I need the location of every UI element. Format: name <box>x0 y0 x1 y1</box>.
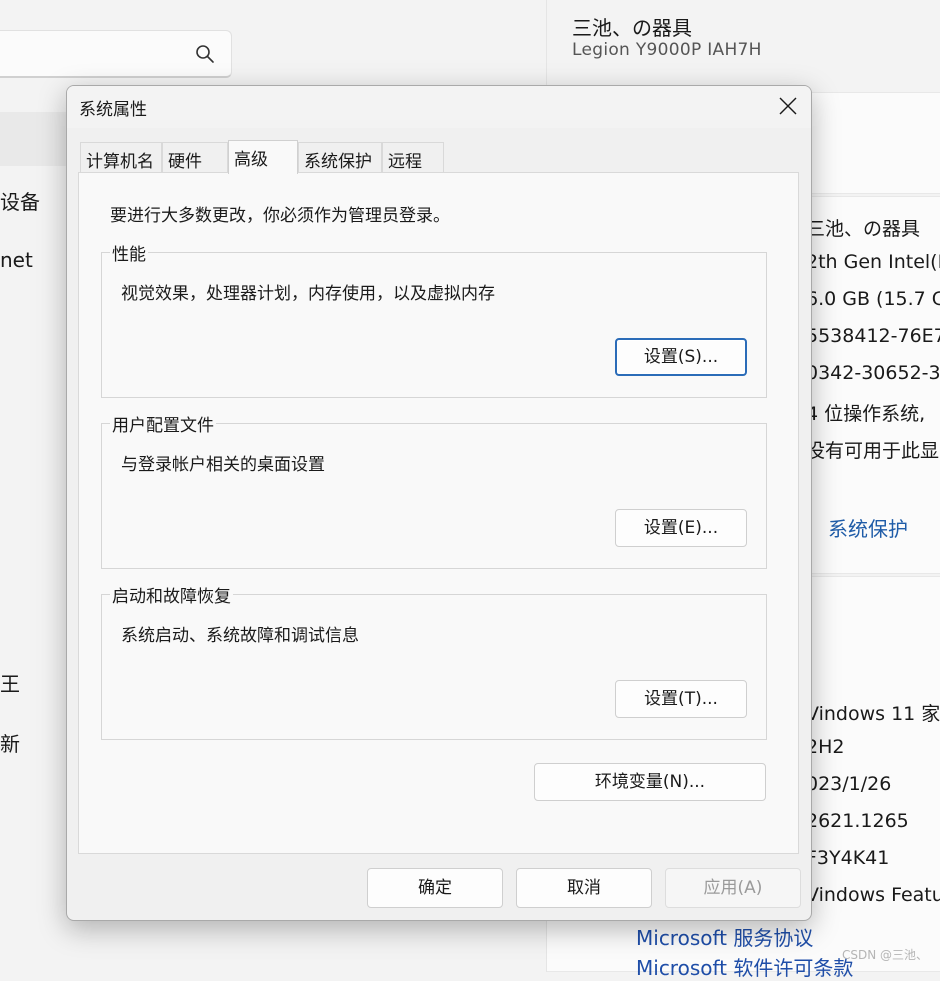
close-button[interactable] <box>765 86 811 126</box>
tab-remote[interactable]: 远程 <box>382 142 444 172</box>
user-profiles-settings-button[interactable]: 设置(E)... <box>615 509 747 547</box>
tab-computer-name[interactable]: 计算机名 <box>80 142 162 172</box>
admin-note: 要进行大多数更改，你必须作为管理员登录。 <box>110 206 450 226</box>
nav-item-selected[interactable] <box>0 112 70 166</box>
spec-edition: Vindows 11 家庭 <box>806 703 940 725</box>
startup-recovery-desc: 系统启动、系统故障和调试信息 <box>121 626 359 646</box>
performance-desc: 视觉效果，处理器计划，内存使用，以及虚拟内存 <box>121 284 495 304</box>
spec-pen-touch: 没有可用于此显 <box>806 440 940 462</box>
ok-button[interactable]: 确定 <box>367 868 503 908</box>
spec-serial: F3Y4K41 <box>806 847 890 869</box>
ms-license-terms-link[interactable]: Microsoft 软件许可条款 <box>636 952 853 981</box>
dialog-titlebar[interactable]: 系统属性 <box>67 86 811 128</box>
spec-device-id: 5538412-76E7 <box>806 325 940 347</box>
nav-item-network[interactable]: net <box>0 248 33 272</box>
performance-group: 性能 视觉效果，处理器计划，内存使用，以及虚拟内存 设置(S)... <box>101 240 767 398</box>
dialog-title: 系统属性 <box>79 100 147 120</box>
nav-item-update[interactable]: 新 <box>0 728 20 757</box>
search-icon <box>195 44 215 64</box>
tab-hardware[interactable]: 硬件 <box>162 142 228 172</box>
performance-label: 性能 <box>110 240 148 265</box>
spec-installed-on: 023/1/26 <box>806 773 892 795</box>
environment-variables-button[interactable]: 环境变量(N)... <box>534 763 766 801</box>
tab-system-protection[interactable]: 系统保护 <box>298 142 382 172</box>
spec-ram: 6.0 GB (15.7 GB <box>806 288 940 310</box>
startup-recovery-settings-button[interactable]: 设置(T)... <box>615 680 747 718</box>
apply-button[interactable]: 应用(A) <box>665 868 801 908</box>
user-profiles-label: 用户配置文件 <box>110 411 216 436</box>
watermark: CSDN @三池、 <box>841 948 928 962</box>
cancel-button[interactable]: 取消 <box>516 868 652 908</box>
spec-system-type: 4 位操作系统, <box>806 403 926 425</box>
user-profiles-group: 用户配置文件 与登录帐户相关的桌面设置 设置(E)... <box>101 411 767 569</box>
nav-item-accessibility[interactable]: 王 <box>0 668 20 697</box>
ms-services-agreement-link[interactable]: Microsoft 服务协议 <box>636 922 813 951</box>
system-properties-dialog: 系统属性 计算机名 硬件 高级 系统保护 远程 要进行大多数更改，你必须作为管理… <box>66 85 812 921</box>
spec-device-name: 三池、の器具 <box>806 218 921 240</box>
advanced-tab-panel: 要进行大多数更改，你必须作为管理员登录。 性能 视觉效果，处理器计划，内存使用，… <box>78 172 799 854</box>
system-protection-link[interactable]: 系统保护 <box>828 513 908 542</box>
nav-item-devices[interactable]: 设备 <box>0 186 40 215</box>
spec-processor: 2th Gen Intel(R <box>806 251 940 273</box>
tab-advanced[interactable]: 高级 <box>228 140 298 174</box>
settings-search-input[interactable] <box>0 30 232 78</box>
spec-experience: Vindows Featu <box>806 884 940 906</box>
startup-recovery-group: 启动和故障恢复 系统启动、系统故障和调试信息 设置(T)... <box>101 582 767 740</box>
performance-settings-button[interactable]: 设置(S)... <box>615 338 747 376</box>
user-profiles-desc: 与登录帐户相关的桌面设置 <box>121 455 325 475</box>
device-model: Legion Y9000P IAH7H <box>572 40 762 60</box>
startup-recovery-label: 启动和故障恢复 <box>110 582 233 607</box>
spec-os-build: 2621.1265 <box>806 810 909 832</box>
spec-product-id: 0342-30652-3 <box>806 362 940 384</box>
device-name: 三池、の器具 <box>572 16 692 40</box>
close-icon <box>779 97 797 115</box>
